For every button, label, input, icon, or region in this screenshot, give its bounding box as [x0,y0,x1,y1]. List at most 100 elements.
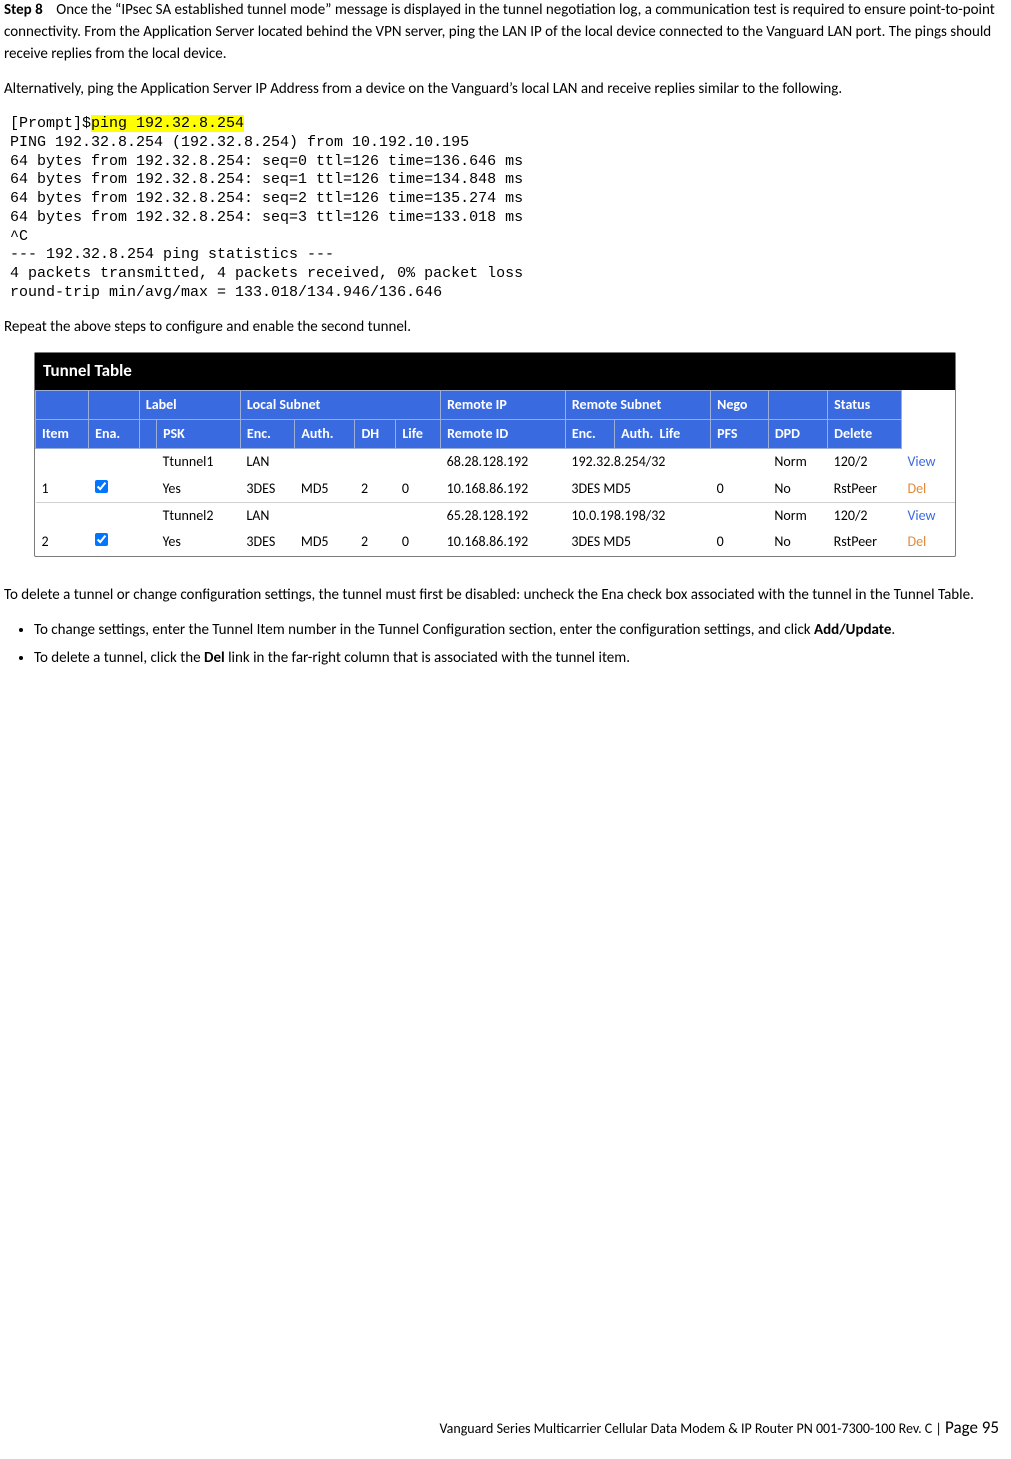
table-row: Ttunnel2LAN65.28.128.19210.0.198.198/32N… [36,503,956,530]
th-blank [36,390,89,419]
cell-label: Yes [157,476,241,503]
cell-dh [355,503,396,530]
th-enc2: Enc. [565,420,614,449]
bullet-list: To change settings, enter the Tunnel Ite… [16,620,1003,670]
view-link-cell[interactable]: View [901,449,955,476]
th-nego: Nego [711,390,769,419]
del-link-cell[interactable]: Del [901,529,955,555]
bullet-delete-tunnel: To delete a tunnel, click the Del link i… [34,648,1003,670]
step-body: Once the “IPsec SA established tunnel mo… [4,1,995,63]
term-line: 64 bytes from 192.32.8.254: seq=0 ttl=12… [10,153,523,170]
th-auth: Auth. [295,420,355,449]
cell-remote-subnet: 3DES MD5 [565,529,710,555]
th-item: Item [36,420,89,449]
prompt: [Prompt]$ [10,115,91,132]
page-number: Page 95 [945,1417,999,1438]
th-blank [139,420,156,449]
cell-item [36,449,89,476]
tunnel-table: Label Local Subnet Remote IP Remote Subn… [35,390,955,556]
delete-intro-paragraph: To delete a tunnel or change configurati… [4,585,1003,607]
cell-life: 0 [396,476,441,503]
cell-dpd: RstPeer [828,529,902,555]
repeat-paragraph: Repeat the above steps to configure and … [4,317,1003,339]
cell-nego: No [768,476,827,503]
cell-life2: 0 [711,476,769,503]
table-row: 1Yes3DESMD52010.168.86.1923DES MD50NoRst… [36,476,956,503]
cell-auth: MD5 [295,476,355,503]
th-label: Label [139,390,240,419]
header-row-2: Item Ena. PSK Enc. Auth. DH Life Remote … [36,420,956,449]
ena-checkbox[interactable] [95,480,108,493]
th-remote-subnet: Remote Subnet [565,390,710,419]
ena-checkbox[interactable] [95,533,108,546]
cell-remote-ip: 10.168.86.192 [441,529,566,555]
cell-remote-ip: 68.28.128.192 [441,449,566,476]
th-enc: Enc. [240,420,294,449]
footer-title: Vanguard Series Multicarrier Cellular Da… [439,1420,932,1437]
step8-paragraph: Step 8 Once the “IPsec SA established tu… [4,0,1003,65]
cell-blank [139,529,156,555]
cell-label: Yes [157,529,241,555]
th-dpd: DPD [768,420,827,449]
cell-dpd: RstPeer [828,476,902,503]
view-link-cell[interactable]: View [901,503,955,530]
cell-dpd: 120/2 [828,449,902,476]
cell-nego: Norm [768,449,827,476]
cell-blank [139,449,156,476]
cell-remote-ip: 65.28.128.192 [441,503,566,530]
term-line: 64 bytes from 192.32.8.254: seq=3 ttl=12… [10,209,523,226]
th-status: Status [828,390,902,419]
cell-item: 1 [36,476,89,503]
cell-remote-ip: 10.168.86.192 [441,476,566,503]
cell-blank [139,476,156,503]
cell-dh: 2 [355,529,396,555]
table-row: 2Yes3DESMD52010.168.86.1923DES MD50NoRst… [36,529,956,555]
cell-auth [295,503,355,530]
th-auth2-life2: Auth. Life [615,420,711,449]
term-line: --- 192.32.8.254 ping statistics --- [10,246,334,263]
cell-life2 [711,503,769,530]
th-psk: PSK [157,420,241,449]
cell-item: 2 [36,529,89,555]
cell-life2 [711,449,769,476]
cell-remote-subnet: 192.32.8.254/32 [565,449,710,476]
th-pfs: PFS [711,420,769,449]
header-row-1: Label Local Subnet Remote IP Remote Subn… [36,390,956,419]
term-line: 64 bytes from 192.32.8.254: seq=1 ttl=12… [10,171,523,188]
th-ena: Ena. [89,420,140,449]
table-row: Ttunnel1LAN68.28.128.192192.32.8.254/32N… [36,449,956,476]
term-line: 64 bytes from 192.32.8.254: seq=2 ttl=12… [10,190,523,207]
cell-life [396,503,441,530]
cell-remote-subnet: 10.0.198.198/32 [565,503,710,530]
cell-life [396,449,441,476]
cell-life: 0 [396,529,441,555]
th-delete: Delete [828,420,902,449]
cell-ena [89,503,140,530]
th-remote-ip: Remote IP [441,390,566,419]
term-line: ^C [10,228,28,245]
term-line: PING 192.32.8.254 (192.32.8.254) from 10… [10,134,469,151]
cell-remote-subnet: 3DES MD5 [565,476,710,503]
th-blank [768,390,827,419]
page-footer: Vanguard Series Multicarrier Cellular Da… [439,1416,999,1441]
alternative-paragraph: Alternatively, ping the Application Serv… [4,79,1003,101]
th-local-subnet: Local Subnet [240,390,440,419]
term-line: round-trip min/avg/max = 133.018/134.946… [10,284,442,301]
cell-ena [89,476,140,503]
th-life: Life [396,420,441,449]
cell-item [36,503,89,530]
step-label: Step 8 [4,1,43,19]
cell-nego: No [768,529,827,555]
ping-command: ping 192.32.8.254 [91,115,244,132]
cell-label: Ttunnel1 [157,449,241,476]
th-blank [89,390,140,419]
del-link-cell[interactable]: Del [901,476,955,503]
th-dh: DH [355,420,396,449]
cell-life2: 0 [711,529,769,555]
cell-auth [295,449,355,476]
cell-enc: 3DES [240,476,294,503]
cell-enc: 3DES [240,529,294,555]
tunnel-table-title: Tunnel Table [35,353,955,390]
bullet-change-settings: To change settings, enter the Tunnel Ite… [34,620,1003,642]
cell-ena [89,529,140,555]
